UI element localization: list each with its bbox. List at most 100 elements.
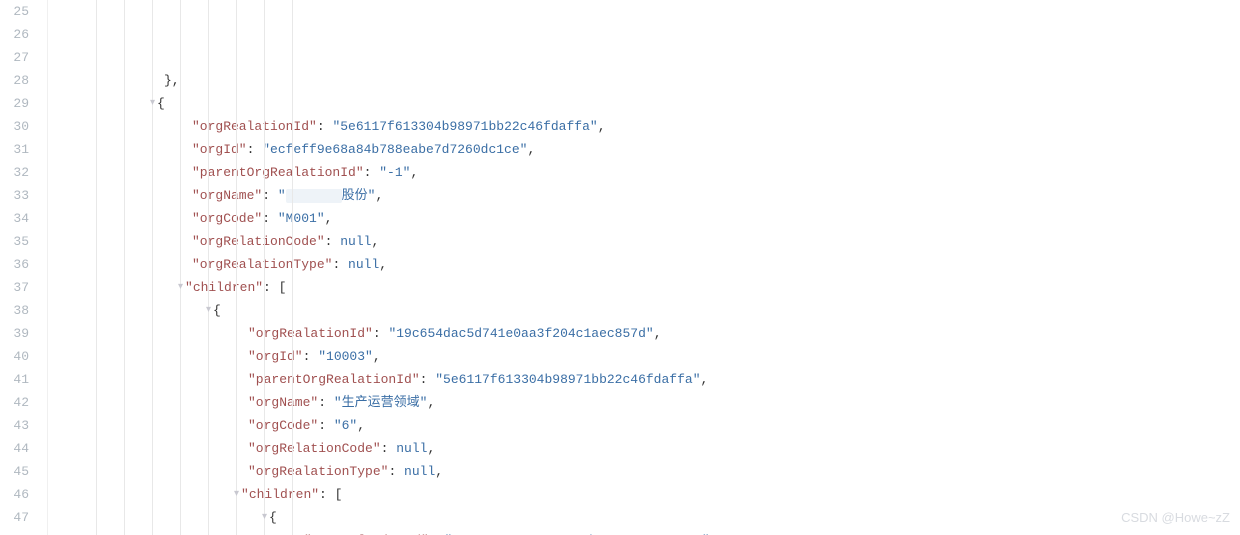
code-line[interactable]: "orgName": "生产运营领域",: [48, 391, 1240, 414]
token-str: "1851e85aa1334559ad14ae398c4e4a7e": [444, 529, 709, 535]
line-number[interactable]: 34: [0, 207, 29, 230]
token-key: "orgCode": [248, 414, 318, 437]
token-str: "5e6117f613304b98971bb22c46fdaffa": [435, 368, 700, 391]
code-line[interactable]: "orgName": "股份",: [48, 184, 1240, 207]
token-pun: :: [388, 460, 404, 483]
token-key: "orgRelationCode": [248, 437, 381, 460]
token-pun: ,: [710, 529, 718, 535]
token-str: "10003": [318, 345, 373, 368]
line-number[interactable]: 32: [0, 161, 29, 184]
token-str: "-1": [379, 161, 410, 184]
line-number[interactable]: 38: [0, 299, 29, 322]
token-pun: :: [420, 368, 436, 391]
line-number[interactable]: 46: [0, 483, 29, 506]
token-str: "M001": [278, 207, 325, 230]
code-line[interactable]: "orgId": "10003",: [48, 345, 1240, 368]
line-number[interactable]: 37: [0, 276, 29, 299]
token-str: "6": [334, 414, 357, 437]
code-line[interactable]: },: [48, 69, 1240, 92]
token-pun: {: [269, 506, 277, 529]
line-number[interactable]: 26: [0, 23, 29, 46]
token-pun: ,: [371, 230, 379, 253]
token-key: "orgRealationId": [304, 529, 429, 535]
watermark-text: CSDN @Howe~zZ: [1121, 506, 1230, 529]
token-pun: ,: [427, 437, 435, 460]
token-pun: :: [247, 138, 263, 161]
line-number[interactable]: 47: [0, 506, 29, 529]
code-line[interactable]: "orgRealationId": "19c654dac5d741e0aa3f2…: [48, 322, 1240, 345]
token-pun: : [: [263, 276, 286, 299]
code-line[interactable]: "orgRealationId": "1851e85aa1334559ad14a…: [48, 529, 1240, 535]
token-key: "orgRealationType": [248, 460, 388, 483]
token-pun: ,: [654, 322, 662, 345]
token-pun: ,: [375, 184, 383, 207]
token-pun: ,: [701, 368, 709, 391]
code-line[interactable]: "orgRealationType": null,: [48, 460, 1240, 483]
line-number[interactable]: 30: [0, 115, 29, 138]
code-area[interactable]: },▾{"orgRealationId": "5e6117f613304b989…: [48, 0, 1240, 535]
token-key: "orgRealationType": [192, 253, 332, 276]
line-number[interactable]: 29: [0, 92, 29, 115]
line-number[interactable]: 40: [0, 345, 29, 368]
token-pun: :: [262, 184, 278, 207]
code-line[interactable]: "orgCode": "M001",: [48, 207, 1240, 230]
code-editor[interactable]: 2526272829303132333435363738394041424344…: [0, 0, 1240, 535]
code-line[interactable]: "orgRelationCode": null,: [48, 437, 1240, 460]
line-number[interactable]: 36: [0, 253, 29, 276]
token-pun: ,: [373, 345, 381, 368]
code-line[interactable]: "parentOrgRealationId": "-1",: [48, 161, 1240, 184]
line-number[interactable]: 35: [0, 230, 29, 253]
token-pun: :: [317, 115, 333, 138]
code-line[interactable]: "orgCode": "6",: [48, 414, 1240, 437]
code-line[interactable]: ▾"children": [: [48, 276, 1240, 299]
code-line[interactable]: "orgRealationType": null,: [48, 253, 1240, 276]
token-key: "parentOrgRealationId": [192, 161, 364, 184]
fold-toggle-icon[interactable]: ▾: [262, 506, 267, 529]
line-number[interactable]: 45: [0, 460, 29, 483]
fold-toggle-icon[interactable]: ▾: [206, 299, 211, 322]
line-number[interactable]: 39: [0, 322, 29, 345]
code-line[interactable]: ▾{: [48, 92, 1240, 115]
token-null: null: [348, 253, 379, 276]
token-key: "orgName": [192, 184, 262, 207]
token-pun: :: [332, 253, 348, 276]
code-line[interactable]: "orgRealationId": "5e6117f613304b98971bb…: [48, 115, 1240, 138]
line-number[interactable]: 43: [0, 414, 29, 437]
line-number[interactable]: 25: [0, 0, 29, 23]
token-pun: ,: [410, 161, 418, 184]
token-pun: :: [318, 391, 334, 414]
redacted-text: [286, 189, 342, 203]
token-key: "orgCode": [192, 207, 262, 230]
fold-toggle-icon[interactable]: ▾: [234, 483, 239, 506]
code-line[interactable]: ▾{: [48, 299, 1240, 322]
code-line[interactable]: "orgId": "ecfeff9e68a84b788eabe7d7260dc1…: [48, 138, 1240, 161]
token-pun: :: [373, 322, 389, 345]
line-number[interactable]: 27: [0, 46, 29, 69]
fold-toggle-icon[interactable]: ▾: [178, 276, 183, 299]
fold-toggle-icon[interactable]: ▾: [150, 92, 155, 115]
token-pun: },: [164, 69, 180, 92]
token-key: "orgId": [192, 138, 247, 161]
token-pun: ,: [427, 391, 435, 414]
line-number[interactable]: 41: [0, 368, 29, 391]
line-number[interactable]: 28: [0, 69, 29, 92]
code-line[interactable]: "parentOrgRealationId": "5e6117f613304b9…: [48, 368, 1240, 391]
code-line[interactable]: "orgRelationCode": null,: [48, 230, 1240, 253]
token-str: "19c654dac5d741e0aa3f204c1aec857d": [388, 322, 653, 345]
line-number[interactable]: 31: [0, 138, 29, 161]
token-pun: :: [381, 437, 397, 460]
token-key: "parentOrgRealationId": [248, 368, 420, 391]
line-number-gutter[interactable]: 2526272829303132333435363738394041424344…: [0, 0, 48, 535]
token-key: "orgRealationId": [192, 115, 317, 138]
token-key: "children": [241, 483, 319, 506]
token-pun: :: [429, 529, 445, 535]
line-number[interactable]: 42: [0, 391, 29, 414]
line-number[interactable]: 44: [0, 437, 29, 460]
token-pun: :: [262, 207, 278, 230]
code-line[interactable]: ▾{: [48, 506, 1240, 529]
token-key: "children": [185, 276, 263, 299]
token-pun: ,: [357, 414, 365, 437]
code-line[interactable]: ▾"children": [: [48, 483, 1240, 506]
token-str: ": [278, 184, 286, 207]
line-number[interactable]: 33: [0, 184, 29, 207]
